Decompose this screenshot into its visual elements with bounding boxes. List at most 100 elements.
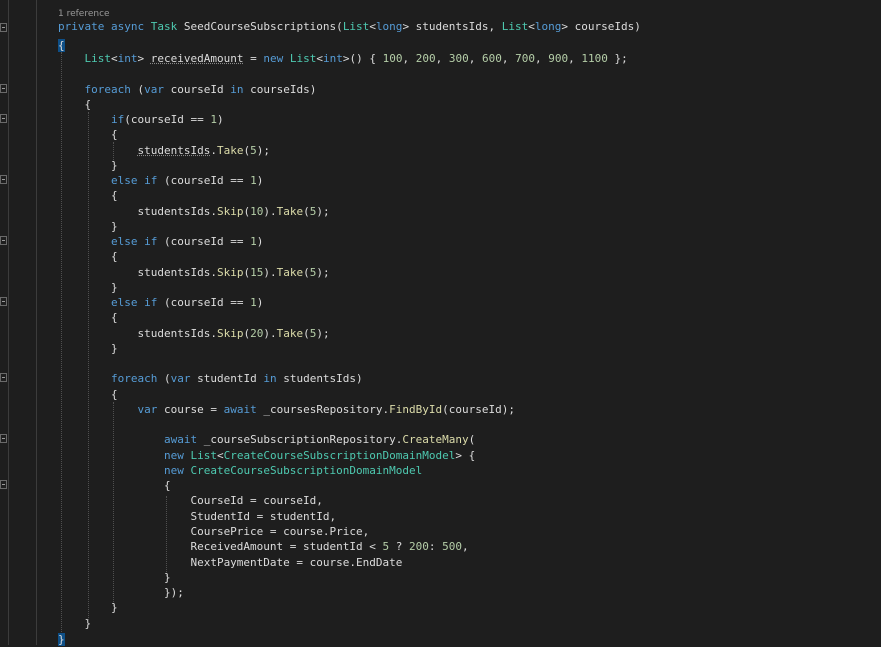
- code-token: studentsIds.: [58, 327, 217, 340]
- code-line[interactable]: else if (courseId == 1): [58, 173, 263, 188]
- code-line[interactable]: ReceivedAmount = studentId < 5 ? 200: 50…: [58, 539, 469, 554]
- code-token: new: [263, 52, 284, 65]
- code-token: .: [210, 144, 217, 157]
- code-line[interactable]: NextPaymentDate = course.EndDate: [58, 555, 402, 570]
- code-token: ,: [462, 540, 469, 553]
- code-line[interactable]: await _courseSubscriptionRepository.Crea…: [58, 432, 475, 447]
- code-token: <: [216, 449, 224, 462]
- code-token: Skip: [216, 266, 244, 279]
- code-token: }: [58, 220, 118, 233]
- code-token: );: [256, 144, 270, 157]
- code-token: course =: [157, 403, 224, 416]
- code-token: {: [58, 128, 118, 141]
- code-token: 15: [250, 266, 264, 279]
- code-token: 500: [442, 540, 463, 553]
- code-line[interactable]: CourseId = courseId,: [58, 493, 323, 508]
- code-line[interactable]: {: [58, 97, 91, 112]
- code-token: 900: [548, 52, 569, 65]
- code-line[interactable]: }: [58, 570, 171, 585]
- code-line[interactable]: });: [58, 585, 184, 600]
- code-token: 700: [515, 52, 535, 65]
- code-token: {: [58, 479, 171, 492]
- code-token: =: [243, 52, 264, 65]
- code-token: 200: [409, 540, 429, 553]
- code-token: if: [144, 235, 158, 248]
- code-line[interactable]: studentsIds.Skip(10).Take(5);: [58, 204, 329, 219]
- code-token: Skip: [216, 327, 244, 340]
- code-token: CoursePrice = course.Price,: [58, 525, 370, 538]
- code-token: ReceivedAmount = studentId <: [58, 540, 383, 553]
- code-token: studentsIds.: [58, 205, 217, 218]
- code-line[interactable]: studentsIds.Skip(15).Take(5);: [58, 265, 330, 280]
- code-line[interactable]: StudentId = studentId,: [58, 509, 336, 524]
- code-line[interactable]: CoursePrice = course.Price,: [58, 524, 369, 539]
- code-token: }: [58, 281, 118, 294]
- code-token: }: [58, 571, 171, 584]
- code-token: 10: [250, 205, 264, 218]
- code-line[interactable]: }: [58, 280, 118, 295]
- code-token: long: [375, 20, 403, 33]
- codelens-references[interactable]: 1 reference: [58, 9, 110, 19]
- code-token: {: [58, 388, 118, 401]
- code-token: CourseId = courseId,: [58, 494, 323, 507]
- code-token: > studentsIds,: [402, 20, 502, 33]
- code-line[interactable]: studentsIds.Take(5);: [58, 143, 270, 158]
- code-token: {: [58, 189, 118, 202]
- code-line[interactable]: foreach (var courseId in courseIds): [58, 82, 317, 97]
- code-line[interactable]: }: [58, 219, 118, 234]
- code-line[interactable]: }: [58, 616, 91, 631]
- code-token: 600: [481, 52, 502, 65]
- code-line[interactable]: }: [58, 600, 118, 615]
- code-token: Take: [276, 205, 304, 218]
- code-token: foreach: [110, 372, 158, 385]
- code-token: StudentId = studentId,: [58, 510, 337, 523]
- code-line[interactable]: new List<CreateCourseSubscriptionDomainM…: [58, 448, 475, 463]
- code-token: Take: [216, 144, 244, 157]
- code-token: 1: [250, 235, 257, 248]
- code-line[interactable]: private async Task SeedCourseSubscriptio…: [58, 19, 641, 34]
- code-token: await: [223, 403, 257, 416]
- code-line[interactable]: {: [58, 249, 118, 264]
- code-token: 1: [210, 113, 217, 126]
- code-line[interactable]: {: [58, 478, 171, 493]
- code-token: ,: [435, 52, 449, 65]
- code-editor[interactable]: 1 reference private async Task SeedCours…: [0, 0, 881, 646]
- code-token: studentsIds): [276, 372, 363, 385]
- code-token: ?: [389, 540, 410, 553]
- code-line[interactable]: {: [58, 387, 118, 402]
- code-token: ): [216, 113, 224, 126]
- code-token: ,: [568, 52, 582, 65]
- code-token: var: [170, 372, 191, 385]
- code-line[interactable]: }: [58, 341, 118, 356]
- code-token: ,: [534, 52, 549, 65]
- code-token: );: [316, 266, 330, 279]
- code-token: ,: [501, 52, 516, 65]
- code-token: studentId: [190, 372, 264, 385]
- code-token: _coursesRepository.: [256, 403, 390, 416]
- code-token: {: [58, 98, 92, 111]
- code-line[interactable]: {: [58, 188, 118, 203]
- code-line[interactable]: else if (courseId == 1): [58, 234, 263, 249]
- code-line[interactable]: }: [58, 158, 118, 173]
- code-token: int: [117, 52, 138, 65]
- code-token: });: [58, 586, 184, 599]
- code-line[interactable]: studentsIds.Skip(20).Take(5);: [58, 326, 329, 341]
- code-token: else: [110, 235, 138, 248]
- code-line[interactable]: List<int> receivedAmount = new List<int>…: [58, 51, 628, 66]
- code-line[interactable]: var course = await _coursesRepository.Fi…: [58, 402, 515, 417]
- code-token: (courseId);: [442, 403, 516, 416]
- code-line[interactable]: if(courseId == 1): [58, 112, 224, 127]
- code-line[interactable]: {: [58, 310, 118, 325]
- code-line[interactable]: new CreateCourseSubscriptionDomainModel: [58, 463, 422, 478]
- code-token: Skip: [216, 205, 244, 218]
- code-line[interactable]: {: [58, 127, 118, 142]
- code-token: studentsIds: [137, 144, 211, 157]
- code-token: <: [111, 52, 118, 65]
- code-line[interactable]: foreach (var studentId in studentsIds): [58, 371, 363, 386]
- code-line[interactable]: else if (courseId == 1): [58, 295, 263, 310]
